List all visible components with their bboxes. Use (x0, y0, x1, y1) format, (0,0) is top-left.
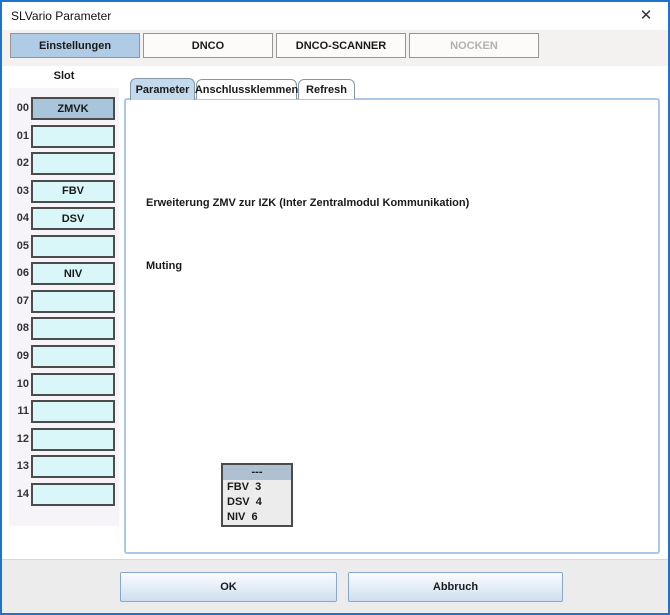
slot-number-03: 03 (9, 185, 29, 197)
top-tab-dnco[interactable]: DNCO (143, 33, 273, 58)
slot-02[interactable] (31, 152, 115, 175)
slot-03[interactable]: FBV (31, 180, 115, 203)
slot-number-12: 12 (9, 433, 29, 445)
slot-07[interactable] (31, 290, 115, 313)
popup-option-niv-6[interactable]: NIV 6 (223, 510, 291, 525)
slot-column-header: Slot (9, 70, 119, 82)
top-tab-nocken[interactable]: NOCKEN (409, 33, 539, 58)
slot-number-00: 00 (9, 102, 29, 114)
slot-number-05: 05 (9, 240, 29, 252)
slot-00[interactable]: ZMVK (31, 97, 115, 120)
top-tab-einstellungen[interactable]: Einstellungen (10, 33, 140, 58)
slot-01[interactable] (31, 125, 115, 148)
slot-08[interactable] (31, 317, 115, 340)
slot-number-13: 13 (9, 460, 29, 472)
slot-number-07: 07 (9, 295, 29, 307)
slot-number-14: 14 (9, 488, 29, 500)
dialog-slvario-parameter: SLVario Parameter ✕ EinstellungenDNCODNC… (0, 0, 670, 615)
slot-05[interactable] (31, 235, 115, 258)
tab-refresh[interactable]: Refresh (298, 79, 355, 99)
muting-group-title: Muting (142, 260, 186, 272)
slot-13[interactable] (31, 455, 115, 478)
slot-number-10: 10 (9, 378, 29, 390)
slot-number-09: 09 (9, 350, 29, 362)
erweiterung-group-title: Erweiterung ZMV zur IZK (Inter Zentralmo… (142, 197, 473, 209)
tab-parameter[interactable]: Parameter (130, 78, 195, 100)
slot-number-11: 11 (9, 405, 29, 417)
slot-12[interactable] (31, 428, 115, 451)
slot-04[interactable]: DSV (31, 207, 115, 230)
slot-number-06: 06 (9, 267, 29, 279)
slot-10[interactable] (31, 373, 115, 396)
slot-number-01: 01 (9, 130, 29, 142)
popup-option----[interactable]: --- (223, 465, 291, 480)
slot-09[interactable] (31, 345, 115, 368)
slot-14[interactable] (31, 483, 115, 506)
slot-number-02: 02 (9, 157, 29, 169)
popup-option-dsv-4[interactable]: DSV 4 (223, 495, 291, 510)
parameter-tab-content (124, 98, 660, 554)
mute-address-dropdown-popup: ---FBV 3DSV 4NIV 6 (221, 463, 293, 527)
top-tab-dnco-scanner[interactable]: DNCO-SCANNER (276, 33, 406, 58)
cancel-button[interactable]: Abbruch (348, 572, 563, 602)
title-bar: SLVario Parameter ✕ (2, 2, 668, 30)
slot-number-04: 04 (9, 212, 29, 224)
slot-list: 00ZMVK01 02 03FBV04DSV05 06NIV07 08 09 10 11 12 1… (9, 88, 119, 526)
window-title: SLVario Parameter (11, 9, 111, 23)
ok-button[interactable]: OK (120, 572, 337, 602)
tab-anschlussklemmen[interactable]: Anschlussklemmen (196, 79, 297, 99)
slot-number-08: 08 (9, 322, 29, 334)
slot-11[interactable] (31, 400, 115, 423)
close-icon[interactable]: ✕ (628, 2, 664, 30)
popup-option-fbv-3[interactable]: FBV 3 (223, 480, 291, 495)
slot-06[interactable]: NIV (31, 262, 115, 285)
